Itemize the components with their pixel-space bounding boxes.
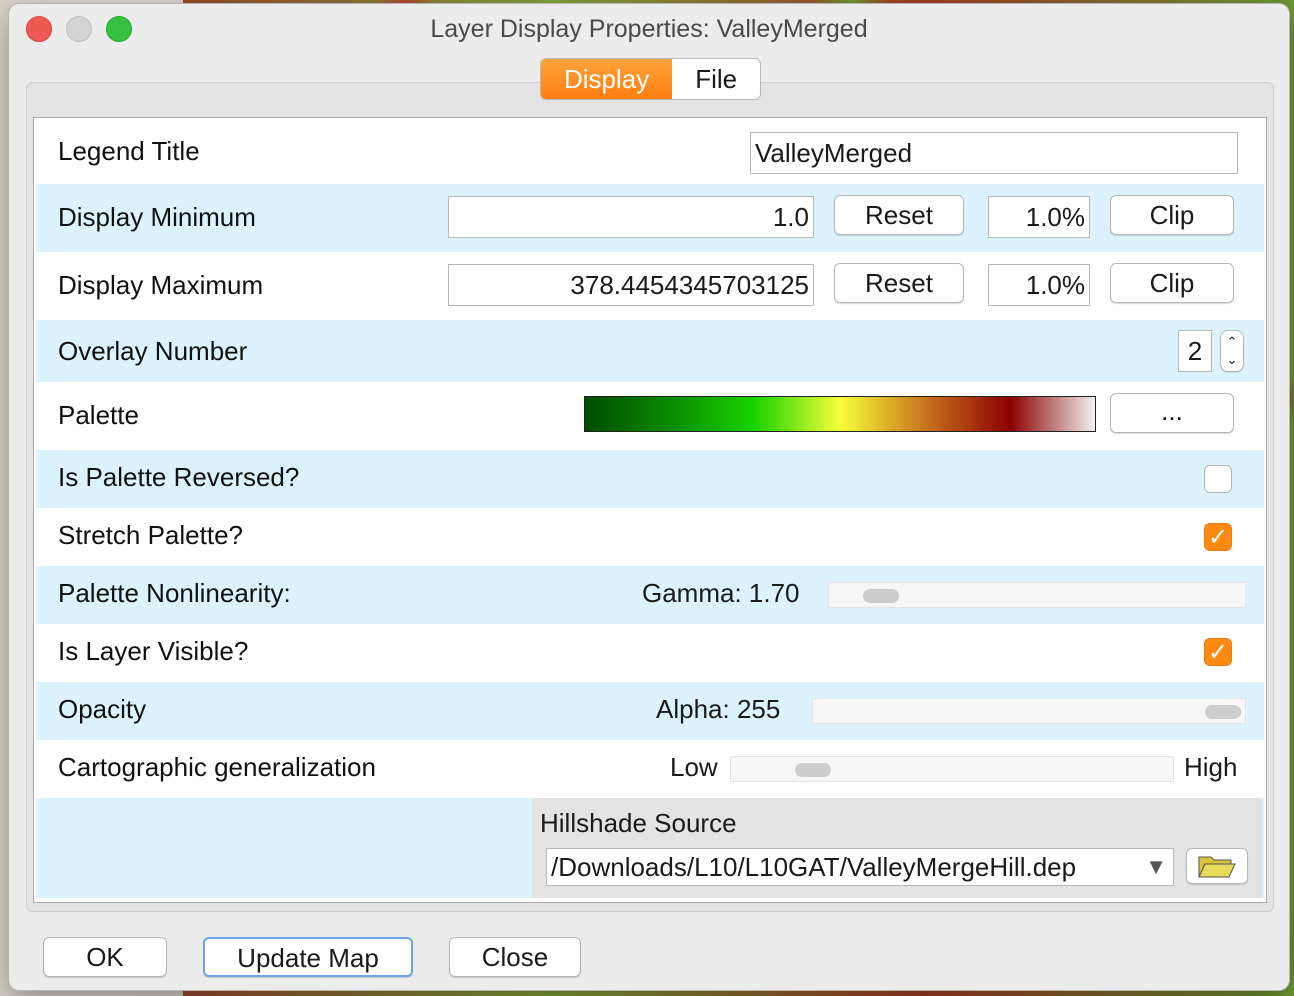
display-maximum-reset-button[interactable]: Reset <box>834 263 964 303</box>
layer-properties-dialog: Layer Display Properties: ValleyMerged D… <box>9 4 1289 990</box>
checkmark-icon: ✓ <box>1207 639 1229 666</box>
display-minimum-percent-input[interactable]: 1.0% <box>988 196 1090 238</box>
display-minimum-input[interactable]: 1.0 <box>448 196 814 238</box>
palette-reversed-checkbox[interactable] <box>1204 465 1232 493</box>
generalization-slider[interactable] <box>730 756 1174 782</box>
legend-title-input[interactable]: ValleyMerged <box>750 132 1238 174</box>
display-minimum-row: Display Minimum 1.0 Reset 1.0% Clip <box>36 184 1264 252</box>
hillshade-source-select[interactable]: /Downloads/L10/L10GAT/ValleyMergeHill.de… <box>546 848 1174 886</box>
display-minimum-clip-button[interactable]: Clip <box>1110 195 1234 235</box>
display-maximum-input[interactable]: 378.4454345703125 <box>448 264 814 306</box>
chevron-down-icon[interactable]: ⌄ <box>1227 352 1238 367</box>
display-maximum-clip-button[interactable]: Clip <box>1110 263 1234 303</box>
tab-display[interactable]: Display <box>541 59 673 99</box>
stretch-palette-row: Stretch Palette? ✓ <box>36 508 1264 566</box>
display-maximum-percent-input[interactable]: 1.0% <box>988 264 1090 306</box>
checkmark-icon: ✓ <box>1207 524 1229 551</box>
title-bar: Layer Display Properties: ValleyMerged <box>9 4 1289 54</box>
tab-file[interactable]: File <box>672 59 760 99</box>
generalization-high-label: High <box>1184 752 1238 782</box>
palette-choose-button[interactable]: ... <box>1110 393 1234 433</box>
generalization-slider-knob[interactable] <box>794 763 831 777</box>
palette-nonlinearity-label: Palette Nonlinearity: <box>58 578 291 608</box>
alpha-value: Alpha: 255 <box>656 694 781 724</box>
chevron-up-icon[interactable]: ⌃ <box>1227 334 1238 349</box>
opacity-slider[interactable] <box>812 698 1246 724</box>
legend-title-label: Legend Title <box>58 136 200 166</box>
overlay-number-input[interactable]: 2 <box>1178 330 1212 372</box>
legend-title-row: Legend Title ValleyMerged <box>36 120 1264 184</box>
display-minimum-label: Display Minimum <box>58 202 256 232</box>
hillshade-panel: Hillshade Source /Downloads/L10/L10GAT/V… <box>532 798 1262 898</box>
palette-gradient-preview <box>584 396 1096 432</box>
palette-reversed-label: Is Palette Reversed? <box>58 462 300 492</box>
layer-visible-label: Is Layer Visible? <box>58 636 249 666</box>
gamma-value: Gamma: 1.70 <box>642 578 800 608</box>
overlay-number-label: Overlay Number <box>58 336 248 366</box>
stretch-palette-label: Stretch Palette? <box>58 520 243 550</box>
ok-button[interactable]: OK <box>43 937 167 977</box>
opacity-label: Opacity <box>58 694 147 724</box>
update-map-button[interactable]: Update Map <box>203 937 413 977</box>
generalization-label: Cartographic generalization <box>58 752 376 782</box>
hillshade-source-label: Hillshade Source <box>540 808 737 838</box>
display-maximum-row: Display Maximum 378.4454345703125 Reset … <box>36 252 1264 320</box>
overlay-number-stepper[interactable]: ⌃ ⌄ <box>1220 330 1244 372</box>
gamma-slider[interactable] <box>828 582 1246 608</box>
display-maximum-label: Display Maximum <box>58 270 264 300</box>
stretch-palette-checkbox[interactable]: ✓ <box>1204 523 1232 551</box>
tab-bar: Display File <box>540 58 762 100</box>
generalization-low-label: Low <box>670 752 718 782</box>
opacity-slider-knob[interactable] <box>1205 705 1241 719</box>
palette-nonlinearity-row: Palette Nonlinearity: Gamma: 1.70 <box>36 566 1264 624</box>
hillshade-source-value: /Downloads/L10/L10GAT/ValleyMergeHill.de… <box>551 852 1077 882</box>
overlay-number-row: Overlay Number 2 ⌃ ⌄ <box>36 320 1264 382</box>
palette-label: Palette <box>58 400 139 430</box>
folder-open-icon <box>1198 856 1236 878</box>
palette-row: Palette ... <box>36 382 1264 450</box>
chevron-down-icon[interactable]: ▼ <box>1145 849 1167 885</box>
hillshade-browse-button[interactable] <box>1186 848 1248 884</box>
layer-visible-row: Is Layer Visible? ✓ <box>36 624 1264 682</box>
window-title: Layer Display Properties: ValleyMerged <box>430 15 868 43</box>
display-properties-panel: Legend Title ValleyMerged Display Minimu… <box>33 117 1267 903</box>
gamma-slider-knob[interactable] <box>862 589 899 603</box>
generalization-row: Cartographic generalization Low High <box>36 740 1264 798</box>
layer-visible-checkbox[interactable]: ✓ <box>1204 638 1232 666</box>
opacity-row: Opacity Alpha: 255 <box>36 682 1264 740</box>
display-minimum-reset-button[interactable]: Reset <box>834 195 964 235</box>
close-button[interactable]: Close <box>449 937 581 977</box>
palette-reversed-row: Is Palette Reversed? <box>36 450 1264 508</box>
